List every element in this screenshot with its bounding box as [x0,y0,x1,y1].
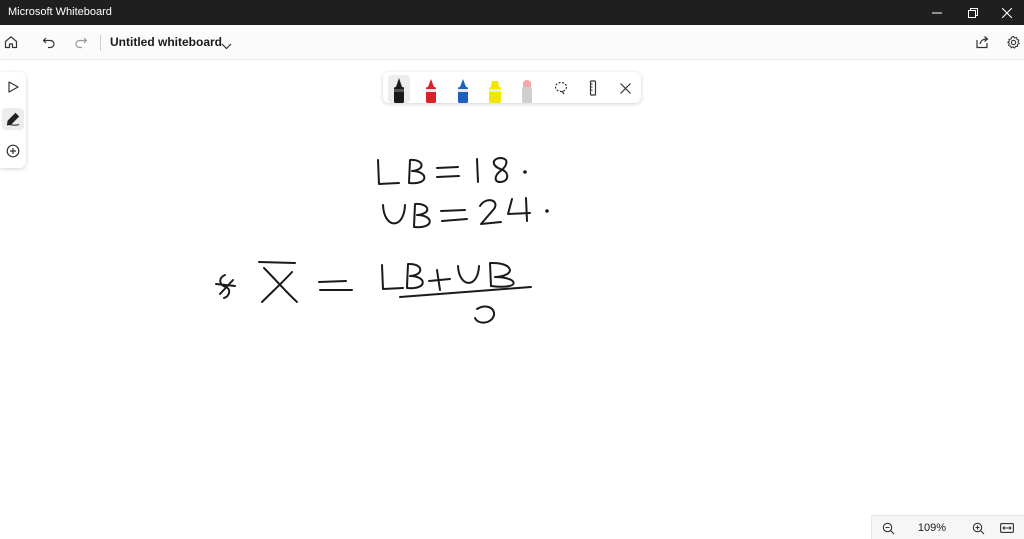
ink-bar [258,261,296,264]
pointer-icon [8,81,19,93]
red-pen-icon [426,79,436,103]
tool-rail [0,72,26,168]
ink-dot-2 [545,209,549,213]
ink-B3 [406,262,424,290]
close-pen-tray-button[interactable] [615,78,635,98]
ink-U3 [457,265,480,284]
ink-equals-3 [318,280,353,291]
whiteboard-canvas[interactable] [0,60,1024,538]
zoom-out-button[interactable] [878,518,898,538]
lasso-select-button[interactable] [551,78,571,98]
undo-icon [42,37,55,49]
ink-B2 [413,202,431,229]
title-dropdown[interactable] [221,37,232,55]
close-icon [1002,7,1012,18]
fit-to-screen-icon [1000,523,1014,533]
ink-U [382,204,406,225]
fit-to-screen-button[interactable] [997,518,1017,538]
ink-tool-button[interactable] [2,108,24,130]
yellow-highlighter-button[interactable] [484,75,506,103]
zoom-out-icon [882,522,894,534]
ink-fraction-line [399,286,532,298]
toolbar-divider [100,35,101,51]
ink-L [377,159,400,185]
zoom-bar: 109% [871,515,1024,539]
handwriting-ink [215,157,549,324]
restore-icon [968,7,978,18]
blue-pen-icon [458,79,468,103]
pen-icon [6,112,20,126]
ink-equals-2 [440,209,468,222]
ink-eight-1 [492,157,509,183]
zoom-in-icon [972,522,984,534]
redo-button[interactable] [70,25,92,59]
red-pen-button[interactable] [420,75,442,103]
gear-icon [1006,35,1020,49]
ink-plus [428,269,451,291]
highlighter-icon [489,81,501,103]
close-window-button[interactable] [990,0,1024,25]
lasso-icon [554,81,568,95]
pen-tray [383,72,641,103]
minimize-icon [932,12,942,13]
select-tool-button[interactable] [2,76,24,98]
add-tool-button[interactable] [2,140,24,162]
restore-button[interactable] [956,0,990,25]
ink-X [261,267,298,303]
ink-L3 [381,264,404,290]
blue-pen-button[interactable] [452,75,474,103]
app-bar: Untitled whiteboard [0,25,1024,60]
zoom-in-button[interactable] [968,518,988,538]
home-icon [4,36,18,49]
share-icon [976,36,989,49]
zoom-level[interactable]: 109% [912,522,952,534]
ruler-button[interactable] [583,78,603,98]
app-title: Microsoft Whiteboard [8,6,112,18]
ink-four [507,197,531,222]
chevron-down-icon [221,43,232,50]
ink-two [479,199,502,225]
ink-symbol [215,274,236,299]
document-title[interactable]: Untitled whiteboard [110,35,222,49]
minimize-button[interactable] [920,0,954,25]
undo-button[interactable] [38,25,60,59]
ink-equals-1 [436,166,460,178]
close-icon [619,82,631,94]
ink-B4 [489,261,515,288]
home-button[interactable] [0,25,22,59]
ink-one-1 [476,158,479,183]
eraser-icon [522,80,532,103]
ink-B [408,158,426,185]
settings-button[interactable] [1002,25,1024,59]
title-bar: Microsoft Whiteboard [0,0,1024,25]
share-button[interactable] [971,25,993,59]
plus-circle-icon [6,144,20,158]
eraser-button[interactable] [516,75,538,103]
ink-denominator [474,305,496,324]
ink-dot-1 [523,170,527,174]
black-pen-button[interactable] [388,75,410,103]
black-pen-icon [394,78,404,103]
redo-icon [75,37,88,49]
ruler-icon [589,80,597,96]
